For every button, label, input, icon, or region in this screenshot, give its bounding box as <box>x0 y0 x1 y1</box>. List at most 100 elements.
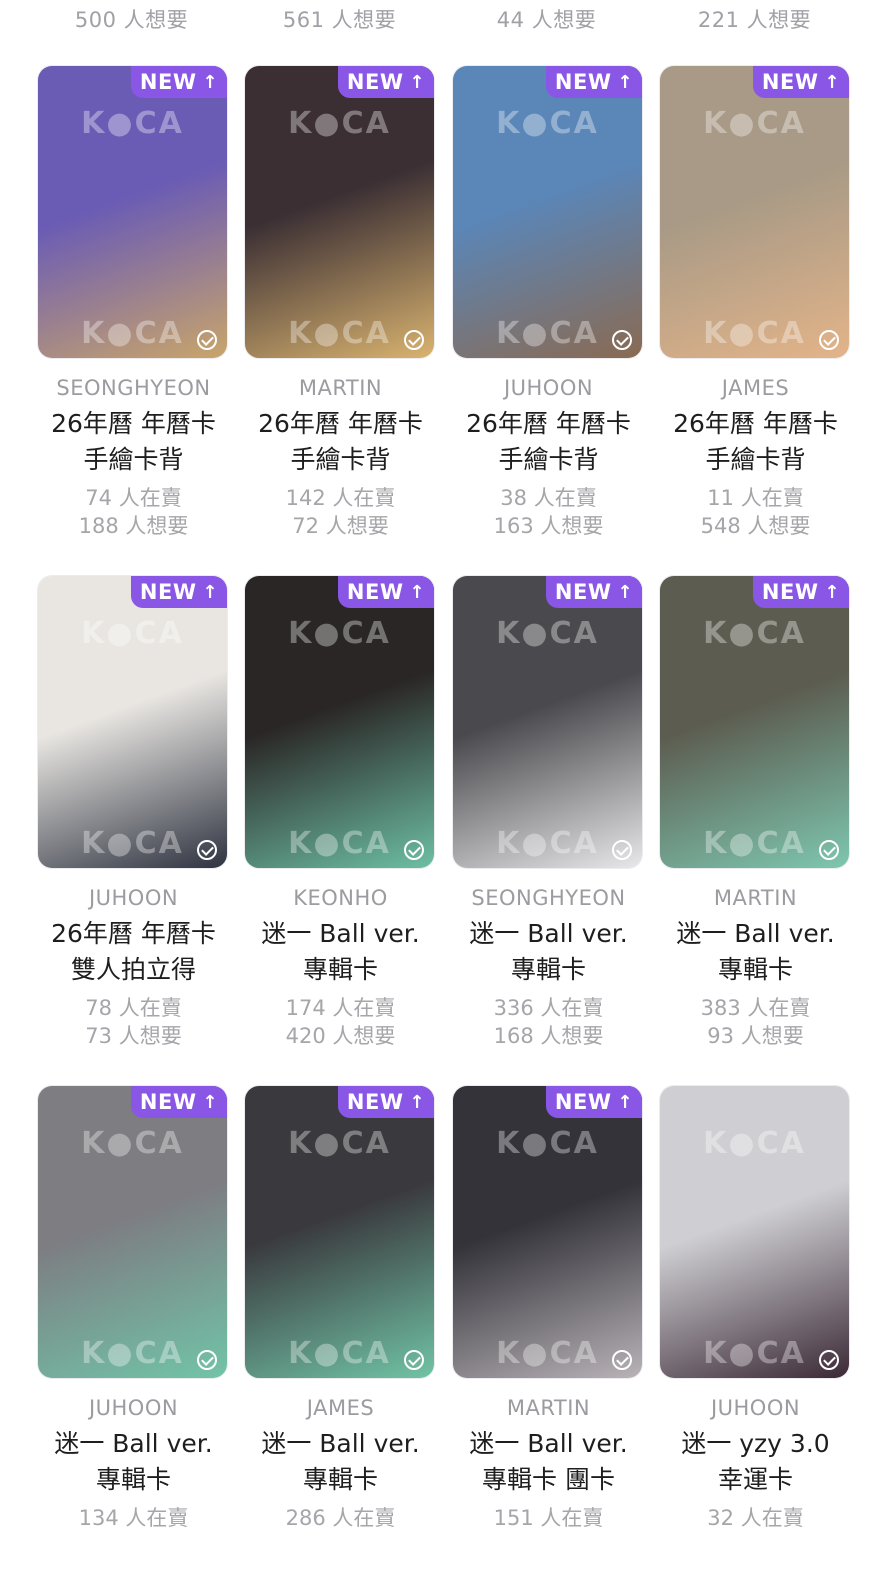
photocard-item[interactable]: K●CA K●CA NEW ↑ SEONGHYEON 26年曆 年曆卡 手繪卡背 74 人在賣… <box>36 66 243 566</box>
arrow-up-icon: ↑ <box>617 71 634 93</box>
watermark-logo: K●CA <box>703 1126 806 1161</box>
arrow-up-icon: ↑ <box>409 1091 426 1113</box>
check-circle-icon[interactable] <box>819 330 839 350</box>
photocard-item[interactable]: K●CA K●CA NEW ↑ MARTIN 迷一 Ball ver. 專輯卡 團卡 151 … <box>451 1086 658 1586</box>
card-title-line2: 專輯卡 <box>510 955 586 984</box>
member-name: JUHOON <box>88 1396 179 1420</box>
want-count: 420 人想要 <box>285 1024 396 1048</box>
want-count: 221 人想要 <box>697 8 812 32</box>
selling-count: 134 人在賣 <box>78 1506 189 1530</box>
photocard-item[interactable]: K●CA K●CA NEW ↑ KEONHO 迷一 Ball ver. 專輯卡 174 人在賣… <box>243 576 450 1076</box>
photocard-item[interactable]: K●CA K●CA NEW ↑ JAMES 迷一 Ball ver. 專輯卡 286 人在賣 <box>243 1086 450 1586</box>
photocard-image[interactable]: K●CA K●CA NEW ↑ <box>453 576 642 868</box>
arrow-up-icon: ↑ <box>409 581 426 603</box>
watermark-logo: K●CA <box>81 616 184 651</box>
member-name: MARTIN <box>298 376 383 400</box>
photocard-image[interactable]: K●CA K●CA NEW ↑ <box>245 66 434 358</box>
photocard-item[interactable]: K●CA K●CA NEW ↑ MARTIN 迷一 Ball ver. 專輯卡 383 人在賣… <box>658 576 865 1076</box>
card-title-line1: 迷一 Ball ver. <box>676 919 835 948</box>
new-badge-label: NEW <box>139 580 197 604</box>
watermark-logo: K●CA <box>703 616 806 651</box>
photocard-image[interactable]: K●CA K●CA NEW ↑ <box>453 1086 642 1378</box>
photocard-item[interactable]: K●CA K●CA NEW ↑ JUHOON 26年曆 年曆卡 手繪卡背 38 人在賣 163 … <box>451 66 658 566</box>
selling-count: 151 人在賣 <box>493 1506 604 1530</box>
photocard-image[interactable]: K●CA K●CA NEW ↑ <box>38 66 227 358</box>
card-title-line2: 手繪卡背 <box>498 445 599 474</box>
photocard-item[interactable]: K●CA K●CA NEW ↑ JUHOON 26年曆 年曆卡 雙人拍立得 78 人在賣 73 … <box>36 576 243 1076</box>
member-name: JAMES <box>306 1396 375 1420</box>
want-count: 561 人想要 <box>282 8 397 32</box>
new-badge: NEW ↑ <box>753 576 849 608</box>
photocard-image[interactable]: K●CA K●CA <box>660 1086 849 1378</box>
new-badge: NEW ↑ <box>546 66 642 98</box>
member-name: SEONGHYEON <box>471 886 626 910</box>
photocard-item[interactable]: K●CA K●CA JUHOON 迷一 yzy 3.0 幸運卡 32 人在賣 <box>658 1086 865 1586</box>
selling-count: 174 人在賣 <box>285 996 396 1020</box>
arrow-up-icon: ↑ <box>202 71 219 93</box>
check-circle-icon[interactable] <box>404 840 424 860</box>
check-circle-icon[interactable] <box>612 840 632 860</box>
photocard-item[interactable]: K●CA K●CA NEW ↑ MARTIN 26年曆 年曆卡 手繪卡背 142 人在賣 72 … <box>243 66 450 566</box>
check-circle-icon[interactable] <box>197 330 217 350</box>
card-title-line2: 幸運卡 <box>717 1465 793 1494</box>
photocard-image[interactable]: K●CA K●CA NEW ↑ <box>245 576 434 868</box>
watermark-logo: K●CA <box>496 106 599 141</box>
member-name: KEONHO <box>293 886 388 910</box>
arrow-up-icon: ↑ <box>202 581 219 603</box>
card-title-line1: 迷一 Ball ver. <box>469 919 628 948</box>
want-count: 44 人想要 <box>496 8 597 32</box>
check-circle-icon[interactable] <box>819 840 839 860</box>
new-badge-label: NEW <box>761 70 819 94</box>
want-count: 163 人想要 <box>493 514 604 538</box>
want-count: 188 人想要 <box>78 514 189 538</box>
check-circle-icon[interactable] <box>612 1350 632 1370</box>
check-circle-icon[interactable] <box>404 1350 424 1370</box>
check-circle-icon[interactable] <box>404 330 424 350</box>
new-badge-label: NEW <box>139 1090 197 1114</box>
photocard-image[interactable]: K●CA K●CA NEW ↑ <box>660 576 849 868</box>
selling-count: 11 人在賣 <box>707 486 804 510</box>
photocard-item[interactable]: K●CA K●CA NEW ↑ JAMES 26年曆 年曆卡 手繪卡背 11 人在賣 548 人… <box>658 66 865 566</box>
member-name: SEONGHYEON <box>56 376 211 400</box>
new-badge: NEW ↑ <box>131 66 227 98</box>
watermark-logo: K●CA <box>288 616 391 651</box>
watermark-logo: K●CA <box>81 106 184 141</box>
check-circle-icon[interactable] <box>612 330 632 350</box>
card-title-line1: 迷一 Ball ver. <box>261 919 420 948</box>
new-badge-label: NEW <box>554 580 612 604</box>
photocard-image[interactable]: K●CA K●CA NEW ↑ <box>38 576 227 868</box>
new-badge-label: NEW <box>761 580 819 604</box>
new-badge: NEW ↑ <box>546 1086 642 1118</box>
card-title-line2: 專輯卡 團卡 <box>482 1465 615 1494</box>
photocard-item[interactable]: K●CA K●CA NEW ↑ JUHOON 迷一 Ball ver. 專輯卡 134 人在賣 <box>36 1086 243 1586</box>
card-title-line1: 26年曆 年曆卡 <box>51 409 216 438</box>
arrow-up-icon: ↑ <box>824 581 841 603</box>
selling-count: 336 人在賣 <box>493 996 604 1020</box>
card-title-line2: 雙人拍立得 <box>70 955 196 984</box>
photocard-item[interactable]: K●CA K●CA NEW ↑ SEONGHYEON 迷一 Ball ver. 專輯卡 336… <box>451 576 658 1076</box>
new-badge: NEW ↑ <box>131 1086 227 1118</box>
check-circle-icon[interactable] <box>819 1350 839 1370</box>
member-name: JUHOON <box>710 1396 801 1420</box>
member-name: JAMES <box>721 376 790 400</box>
photocard-image[interactable]: K●CA K●CA NEW ↑ <box>38 1086 227 1378</box>
selling-count: 38 人在賣 <box>500 486 597 510</box>
card-title-line1: 迷一 Ball ver. <box>469 1429 628 1458</box>
want-count: 548 人想要 <box>700 514 811 538</box>
new-badge-label: NEW <box>346 1090 404 1114</box>
new-badge: NEW ↑ <box>338 66 434 98</box>
card-title-line2: 手繪卡背 <box>290 445 391 474</box>
check-circle-icon[interactable] <box>197 1350 217 1370</box>
check-circle-icon[interactable] <box>197 840 217 860</box>
card-title-line2: 專輯卡 <box>717 955 793 984</box>
selling-count: 78 人在賣 <box>85 996 182 1020</box>
card-title-line1: 26年曆 年曆卡 <box>51 919 216 948</box>
photocard-image[interactable]: K●CA K●CA NEW ↑ <box>660 66 849 358</box>
want-count: 500 人想要 <box>74 8 189 32</box>
arrow-up-icon: ↑ <box>617 581 634 603</box>
photocard-image[interactable]: K●CA K●CA NEW ↑ <box>245 1086 434 1378</box>
selling-count: 74 人在賣 <box>85 486 182 510</box>
want-count: 93 人想要 <box>707 1024 804 1048</box>
photocard-image[interactable]: K●CA K●CA NEW ↑ <box>453 66 642 358</box>
new-badge: NEW ↑ <box>131 576 227 608</box>
